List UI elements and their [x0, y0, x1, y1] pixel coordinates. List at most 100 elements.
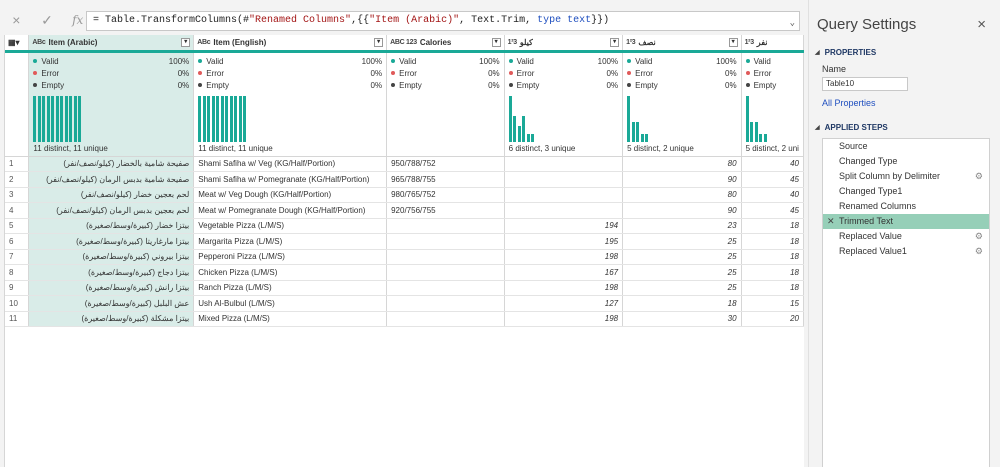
histogram-bar[interactable] — [745, 95, 749, 142]
column-profile[interactable]: Valid 100% Error 0% Empty 0% 11 distinct, 1… — [28, 51, 195, 157]
cell-calories[interactable] — [386, 311, 505, 327]
cell-item-arabic[interactable]: بيتزا بيروني (كبيرة/وسط/صغيرة) — [28, 249, 195, 265]
filter-dropdown-icon[interactable]: ▾ — [728, 37, 738, 47]
distribution-histogram[interactable] — [627, 95, 736, 142]
cell-half[interactable]: 25 — [622, 280, 742, 296]
cell-kilo[interactable]: 127 — [504, 295, 624, 312]
cell-item-arabic[interactable]: صفيحة شامية بالخضار (كيلو/نصف/نفر) — [28, 156, 195, 172]
filter-dropdown-icon[interactable]: ▾ — [610, 37, 620, 47]
histogram-bar[interactable] — [750, 121, 754, 142]
cell-calories[interactable]: 950/788/752 — [386, 156, 505, 172]
column-header-kilo[interactable]: 1²3 كيلو ▾ — [504, 35, 624, 53]
properties-section-header[interactable]: ◢ PROPERTIES — [815, 48, 876, 57]
histogram-bar[interactable] — [46, 95, 50, 142]
number-type-icon[interactable]: 1²3 — [508, 39, 518, 46]
cell-calories[interactable]: 965/788/755 — [386, 171, 505, 188]
histogram-bar[interactable] — [645, 133, 649, 142]
gear-icon[interactable]: ⚙ — [975, 169, 983, 184]
histogram-bar[interactable] — [526, 133, 530, 142]
cell-item-english[interactable]: Meat w/ Veg Dough (KG/Half/Portion) — [193, 187, 388, 203]
cell-half[interactable]: 80 — [622, 156, 742, 172]
histogram-bar[interactable] — [243, 95, 247, 142]
column-profile[interactable]: Valid 100% Error 0% Empty 0% 11 distinct, 1… — [193, 51, 388, 157]
column-header-half[interactable]: 1²3 نصف ▾ — [622, 35, 742, 53]
histogram-bar[interactable] — [531, 133, 535, 142]
column-header-item-english[interactable]: ABc Item (English) ▾ — [193, 35, 388, 53]
table-row[interactable]: 10 عش البلبل (كبيرة/وسط/صغيرة) Ush Al-Bulb… — [5, 295, 804, 312]
distribution-histogram[interactable] — [745, 95, 799, 142]
histogram-bar[interactable] — [754, 121, 758, 142]
distribution-histogram[interactable] — [198, 95, 382, 142]
histogram-bar[interactable] — [42, 95, 46, 142]
number-type-icon[interactable]: 1²3 — [626, 39, 636, 46]
cell-kilo[interactable] — [504, 187, 624, 203]
cell-calories[interactable]: 980/765/752 — [386, 187, 505, 203]
histogram-bar[interactable] — [198, 95, 202, 142]
formula-input[interactable]: = Table.TransformColumns(#"Renamed Colum… — [86, 11, 800, 31]
histogram-bar[interactable] — [631, 121, 635, 142]
query-name-input[interactable]: Table10 — [822, 77, 908, 91]
applied-step[interactable]: Changed Type1 — [823, 184, 989, 199]
cell-item-english[interactable]: Margarita Pizza (L/M/S) — [193, 233, 388, 250]
table-row[interactable]: 2 صفيحة شامية بدبس الرمان (كيلو/نصف/نفر) S… — [5, 171, 804, 188]
cell-item-arabic[interactable]: بيتزا مشكلة (كبيرة/وسط/صغيرة) — [28, 311, 195, 327]
cell-item-english[interactable]: Pepperoni Pizza (L/M/S) — [193, 249, 388, 265]
cell-calories[interactable] — [386, 218, 505, 234]
cell-calories[interactable] — [386, 249, 505, 265]
cell-portion[interactable]: 40 — [741, 156, 804, 172]
histogram-bar[interactable] — [234, 95, 238, 142]
histogram-bar[interactable] — [763, 133, 767, 142]
histogram-bar[interactable] — [229, 95, 233, 142]
cell-kilo[interactable] — [504, 156, 624, 172]
cell-item-arabic[interactable]: بيتزا دجاج (كبيرة/وسط/صغيرة) — [28, 264, 195, 281]
histogram-bar[interactable] — [238, 95, 242, 142]
cell-item-english[interactable]: Meat w/ Pomegranate Dough (KG/Half/Porti… — [193, 202, 388, 219]
cell-item-arabic[interactable]: لحم بعجين بدبس الرمان (كيلو/نصف/نفر) — [28, 202, 195, 219]
cell-calories[interactable] — [386, 280, 505, 296]
column-profile[interactable]: Valid Error Empty 5 distinct, 2 uni — [741, 51, 804, 157]
all-properties-link[interactable]: All Properties — [822, 98, 876, 108]
cell-calories[interactable] — [386, 233, 505, 250]
cell-item-english[interactable]: Chicken Pizza (L/M/S) — [193, 264, 388, 281]
cell-portion[interactable]: 45 — [741, 171, 804, 188]
histogram-bar[interactable] — [73, 95, 77, 142]
cell-portion[interactable]: 18 — [741, 233, 804, 250]
table-row[interactable]: 4 لحم بعجين بدبس الرمان (كيلو/نصف/نفر) Mea… — [5, 202, 804, 219]
applied-step[interactable]: Replaced Value1 ⚙ — [823, 244, 989, 259]
cell-item-english[interactable]: Ush Al-Bulbul (L/M/S) — [193, 295, 388, 312]
cell-half[interactable]: 25 — [622, 233, 742, 250]
cell-half[interactable]: 25 — [622, 249, 742, 265]
histogram-bar[interactable] — [636, 121, 640, 142]
column-header-portion[interactable]: 1²3 نفر — [741, 35, 804, 53]
column-header-item-arabic[interactable]: ABc Item (Arabic) ▾ — [28, 35, 195, 53]
filter-dropdown-icon[interactable]: ▾ — [374, 37, 384, 47]
histogram-bar[interactable] — [627, 95, 631, 142]
collapse-triangle-icon[interactable]: ◢ — [815, 124, 820, 131]
column-header-calories[interactable]: ABC 123 Calories ▾ — [386, 35, 505, 53]
histogram-bar[interactable] — [522, 115, 526, 142]
cell-portion[interactable]: 18 — [741, 264, 804, 281]
cell-kilo[interactable]: 198 — [504, 249, 624, 265]
table-row[interactable]: 7 بيتزا بيروني (كبيرة/وسط/صغيرة) Pepperoni… — [5, 249, 804, 265]
cell-item-english[interactable]: Mixed Pizza (L/M/S) — [193, 311, 388, 327]
cell-item-arabic[interactable]: عش البلبل (كبيرة/وسط/صغيرة) — [28, 295, 195, 312]
histogram-bar[interactable] — [225, 95, 229, 142]
cell-calories[interactable] — [386, 264, 505, 281]
histogram-bar[interactable] — [33, 95, 37, 142]
cell-kilo[interactable]: 195 — [504, 233, 624, 250]
applied-step[interactable]: Replaced Value ⚙ — [823, 229, 989, 244]
histogram-bar[interactable] — [64, 95, 68, 142]
applied-step[interactable]: Split Column by Delimiter ⚙ — [823, 169, 989, 184]
cell-half[interactable]: 80 — [622, 187, 742, 203]
cell-half[interactable]: 30 — [622, 311, 742, 327]
cell-calories[interactable]: 920/756/755 — [386, 202, 505, 219]
applied-step[interactable]: Changed Type — [823, 154, 989, 169]
table-row[interactable]: 8 بيتزا دجاج (كبيرة/وسط/صغيرة) Chicken Piz… — [5, 264, 804, 281]
text-type-icon[interactable]: ABc — [197, 39, 210, 46]
histogram-bar[interactable] — [220, 95, 224, 142]
cancel-icon[interactable]: × — [10, 12, 23, 28]
cell-portion[interactable]: 15 — [741, 295, 804, 312]
histogram-bar[interactable] — [60, 95, 64, 142]
cell-half[interactable]: 90 — [622, 171, 742, 188]
cell-portion[interactable]: 40 — [741, 187, 804, 203]
